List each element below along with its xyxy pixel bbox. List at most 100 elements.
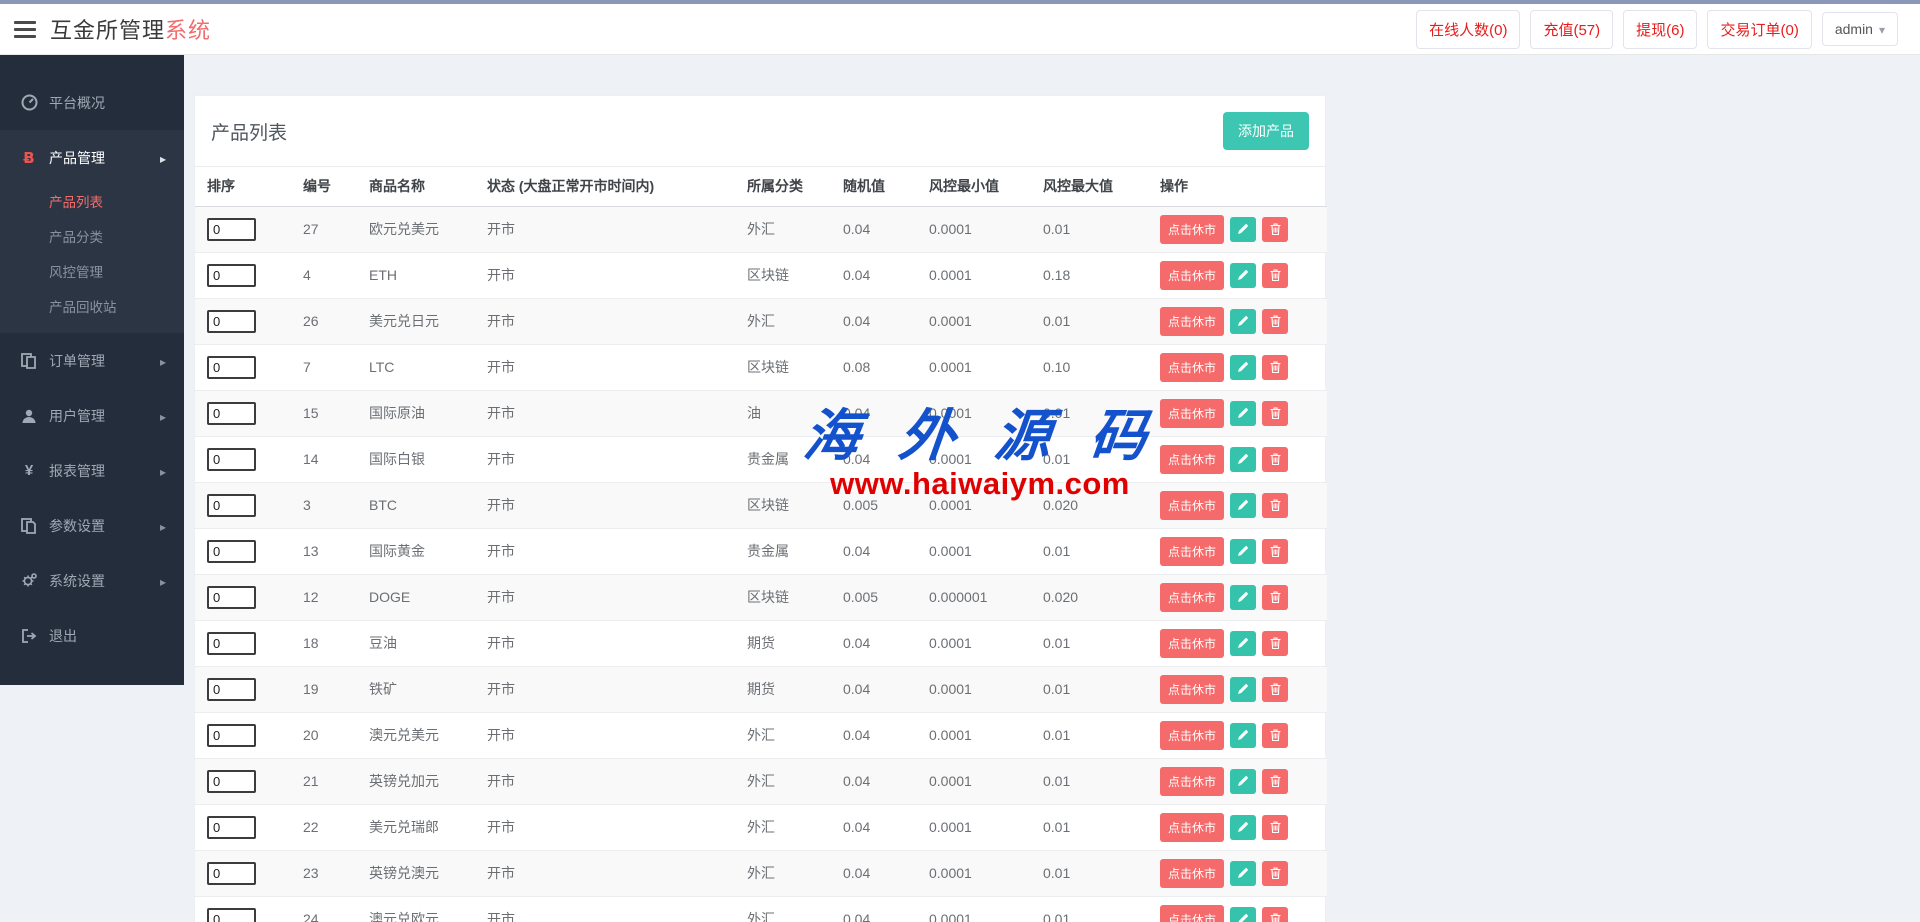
sort-input[interactable] — [207, 401, 256, 425]
add-product-button[interactable]: 添加产品 — [1223, 112, 1309, 150]
sort-input[interactable] — [207, 539, 256, 563]
delete-button[interactable] — [1262, 308, 1289, 334]
sort-input[interactable] — [207, 263, 256, 287]
edit-button[interactable] — [1230, 400, 1257, 426]
edit-button[interactable] — [1230, 814, 1257, 840]
edit-button[interactable] — [1230, 538, 1257, 564]
edit-button[interactable] — [1230, 262, 1257, 288]
delete-button[interactable] — [1262, 216, 1289, 242]
cell-risk-min: 0.0001 — [921, 758, 1035, 805]
close-market-button[interactable]: 点击休市 — [1160, 214, 1225, 244]
close-market-button[interactable]: 点击休市 — [1160, 720, 1225, 750]
close-market-button[interactable]: 点击休市 — [1160, 306, 1225, 336]
pencil-icon — [1237, 637, 1249, 649]
admin-username: admin — [1834, 21, 1873, 37]
edit-button[interactable] — [1230, 768, 1257, 794]
close-market-button[interactable]: 点击休市 — [1160, 674, 1225, 704]
close-market-button[interactable]: 点击休市 — [1160, 812, 1225, 842]
delete-button[interactable] — [1262, 860, 1289, 886]
edit-button[interactable] — [1230, 308, 1257, 334]
close-market-button[interactable]: 点击休市 — [1160, 536, 1225, 566]
close-market-button[interactable]: 点击休市 — [1160, 858, 1225, 888]
withdraw-button[interactable]: 提现(6) — [1623, 9, 1698, 49]
sidebar-item-product-recycle[interactable]: 产品回收站 — [0, 290, 184, 325]
close-market-button[interactable]: 点击休市 — [1160, 444, 1225, 474]
delete-button[interactable] — [1262, 584, 1289, 610]
sidebar-item-product-management[interactable]: Ƀ 产品管理 — [0, 130, 184, 185]
sort-input[interactable] — [207, 585, 256, 609]
trade-orders-button[interactable]: 交易订单(0) — [1707, 9, 1812, 49]
trash-icon — [1270, 637, 1281, 649]
edit-button[interactable] — [1230, 860, 1257, 886]
sidebar-item-order-management[interactable]: 订单管理 — [0, 333, 184, 388]
cell-risk-min: 0.0001 — [921, 528, 1035, 575]
delete-button[interactable] — [1262, 400, 1289, 426]
sort-input[interactable] — [207, 217, 256, 241]
delete-button[interactable] — [1262, 722, 1289, 748]
edit-button[interactable] — [1230, 906, 1257, 922]
sort-input[interactable] — [207, 815, 256, 839]
delete-button[interactable] — [1262, 492, 1289, 518]
sort-input[interactable] — [207, 861, 256, 885]
sidebar-item-risk-management[interactable]: 风控管理 — [0, 255, 184, 290]
edit-button[interactable] — [1230, 354, 1257, 380]
sidebar-item-system-settings[interactable]: 系统设置 — [0, 553, 184, 608]
delete-button[interactable] — [1262, 768, 1289, 794]
admin-menu-button[interactable]: admin — [1821, 12, 1898, 46]
delete-button[interactable] — [1262, 538, 1289, 564]
sort-input[interactable] — [207, 355, 256, 379]
sort-input[interactable] — [207, 447, 256, 471]
close-market-button[interactable]: 点击休市 — [1160, 628, 1225, 658]
pencil-icon — [1237, 821, 1249, 833]
edit-button[interactable] — [1230, 492, 1257, 518]
sort-input[interactable] — [207, 907, 256, 922]
delete-button[interactable] — [1262, 906, 1289, 922]
delete-button[interactable] — [1262, 630, 1289, 656]
delete-button[interactable] — [1262, 446, 1289, 472]
sidebar-item-user-management[interactable]: 用户管理 — [0, 388, 184, 443]
cell-name: 英镑兑加元 — [361, 758, 479, 805]
edit-button[interactable] — [1230, 722, 1257, 748]
recharge-button[interactable]: 充值(57) — [1530, 9, 1614, 49]
delete-button[interactable] — [1262, 676, 1289, 702]
close-market-button[interactable]: 点击休市 — [1160, 398, 1225, 428]
close-market-button[interactable]: 点击休市 — [1160, 260, 1225, 290]
edit-button[interactable] — [1230, 216, 1257, 242]
sort-input[interactable] — [207, 631, 256, 655]
edit-button[interactable] — [1230, 446, 1257, 472]
sort-input[interactable] — [207, 769, 256, 793]
sidebar-item-product-list[interactable]: 产品列表 — [0, 185, 184, 220]
sidebar-item-logout[interactable]: 退出 — [0, 608, 184, 663]
sidebar-item-overview[interactable]: 平台概况 — [0, 75, 184, 130]
close-market-button[interactable]: 点击休市 — [1160, 352, 1225, 382]
menu-toggle-button[interactable] — [14, 17, 38, 42]
sidebar-group-products: Ƀ 产品管理 产品列表 产品分类 风控管理 产品回收站 — [0, 130, 184, 333]
table-row: 23 英镑兑澳元 开市 外汇 0.04 0.0001 0.01 点击休市 — [195, 850, 1327, 897]
delete-button[interactable] — [1262, 262, 1289, 288]
delete-button[interactable] — [1262, 354, 1289, 380]
sort-input[interactable] — [207, 309, 256, 333]
edit-button[interactable] — [1230, 584, 1257, 610]
sort-input[interactable] — [207, 677, 256, 701]
close-market-button[interactable]: 点击休市 — [1160, 490, 1225, 520]
header-category: 所属分类 — [739, 167, 835, 207]
header-actions: 操作 — [1152, 167, 1327, 207]
sort-input[interactable] — [207, 723, 256, 747]
sort-input[interactable] — [207, 493, 256, 517]
cell-category: 外汇 — [739, 206, 835, 253]
table-row: 20 澳元兑美元 开市 外汇 0.04 0.0001 0.01 点击休市 — [195, 712, 1327, 759]
edit-button[interactable] — [1230, 676, 1257, 702]
cell-risk-min: 0.0001 — [921, 206, 1035, 253]
sidebar-item-parameter-settings[interactable]: 参数设置 — [0, 498, 184, 553]
online-users-button[interactable]: 在线人数(0) — [1416, 9, 1521, 49]
delete-button[interactable] — [1262, 814, 1289, 840]
trash-icon — [1270, 775, 1281, 787]
cell-category: 期货 — [739, 620, 835, 667]
cell-category: 区块链 — [739, 574, 835, 621]
sidebar-item-product-category[interactable]: 产品分类 — [0, 220, 184, 255]
close-market-button[interactable]: 点击休市 — [1160, 904, 1225, 922]
close-market-button[interactable]: 点击休市 — [1160, 582, 1225, 612]
sidebar-item-report-management[interactable]: ¥ 报表管理 — [0, 443, 184, 498]
close-market-button[interactable]: 点击休市 — [1160, 766, 1225, 796]
edit-button[interactable] — [1230, 630, 1257, 656]
